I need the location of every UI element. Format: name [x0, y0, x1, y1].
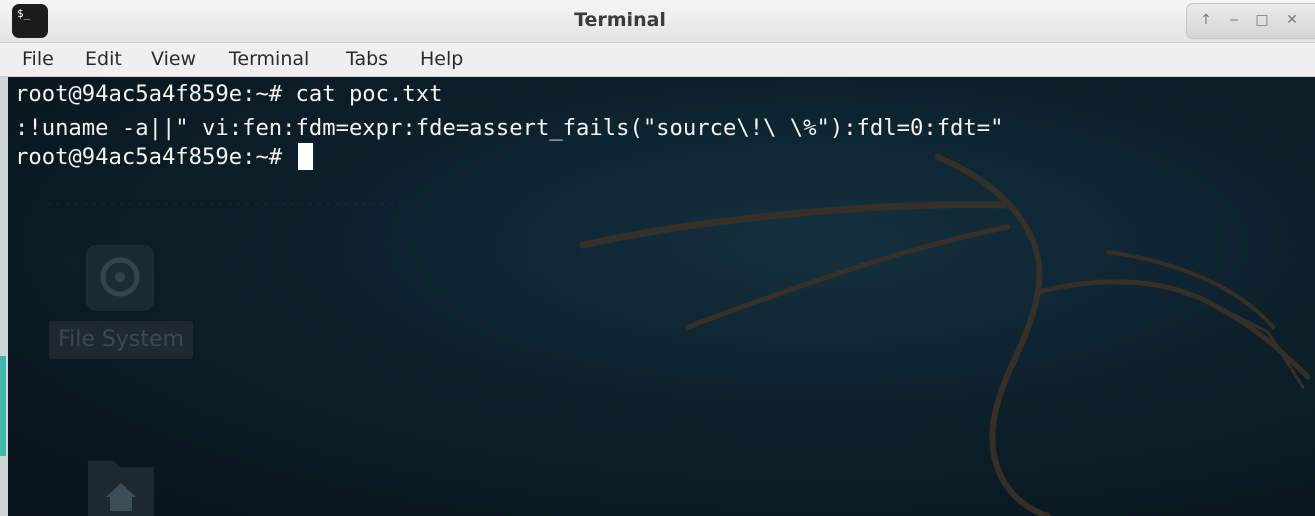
- menu-bar: File Edit View Terminal Tabs Help: [0, 43, 1315, 77]
- terminal-window: $_ Terminal ↑ ‒ □ ✕ File Edit View Termi…: [0, 0, 1315, 516]
- menu-edit[interactable]: Edit: [85, 48, 122, 70]
- menu-help[interactable]: Help: [420, 48, 463, 70]
- keep-above-icon[interactable]: ↑: [1195, 9, 1217, 31]
- minimize-icon[interactable]: ‒: [1223, 9, 1245, 31]
- title-bar[interactable]: $_ Terminal ↑ ‒ □ ✕: [0, 0, 1315, 43]
- home-folder-icon: [86, 453, 156, 516]
- menu-terminal[interactable]: Terminal: [229, 48, 309, 70]
- terminal-line: :!uname -a||" vi:fen:fdm=expr:fde=assert…: [15, 115, 1004, 141]
- maximize-icon[interactable]: □: [1251, 9, 1273, 31]
- menu-tabs[interactable]: Tabs: [346, 48, 388, 70]
- file-system-icon: [86, 245, 154, 311]
- file-system-label: File System: [49, 321, 193, 359]
- window-controls: ↑ ‒ □ ✕: [1186, 3, 1315, 39]
- terminal-prompt: root@94ac5a4f859e:~#: [15, 144, 296, 170]
- close-icon[interactable]: ✕: [1281, 9, 1303, 31]
- window-title: Terminal: [574, 9, 666, 31]
- terminal-output[interactable]: File System root@94ac5a4f859e:~# cat poc…: [8, 77, 1315, 516]
- menu-file[interactable]: File: [22, 48, 54, 70]
- desktop-panel-edge: [0, 356, 6, 456]
- text-cursor: [297, 143, 313, 170]
- menu-view[interactable]: View: [151, 48, 196, 70]
- terminal-prompt-line: root@94ac5a4f859e:~#: [15, 143, 313, 170]
- terminal-line: root@94ac5a4f859e:~# cat poc.txt: [15, 81, 443, 107]
